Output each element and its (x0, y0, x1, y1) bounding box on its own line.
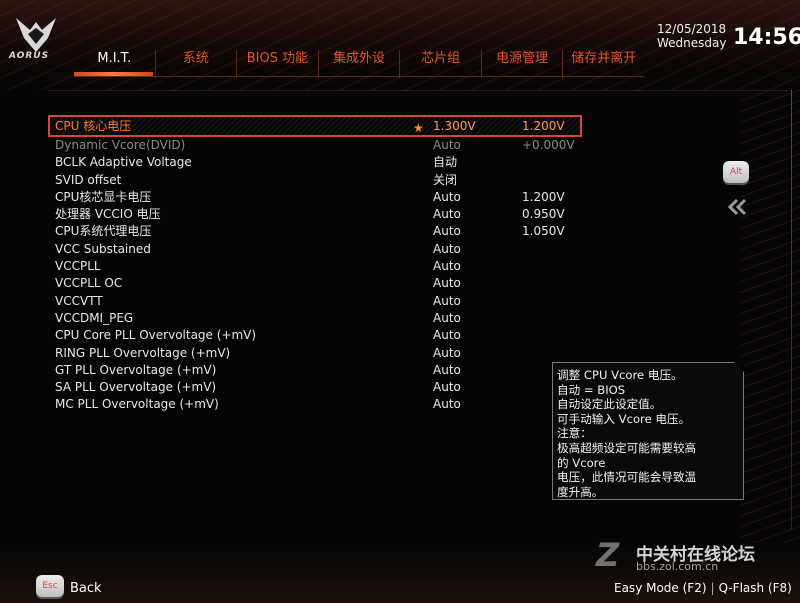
setting-label: VCC Substained (55, 241, 151, 256)
alt-key-button[interactable]: Alt (723, 161, 749, 183)
setting-value[interactable]: Auto (433, 293, 461, 310)
tab-chipset[interactable]: 芯片组 (399, 50, 481, 78)
setting-value[interactable]: 1.300V (433, 117, 476, 135)
setting-value[interactable]: Auto (433, 189, 461, 206)
setting-label: GT PLL Overvoltage (+mV) (55, 362, 217, 377)
setting-value[interactable]: Auto (433, 327, 461, 344)
setting-row-vccdmi-peg[interactable]: VCCDMI_PEG Auto (50, 310, 582, 327)
easy-mode-button[interactable]: Easy Mode (F2) (614, 581, 707, 595)
brand-logo-text: AORUS (9, 51, 50, 61)
tab-mit[interactable]: M.I.T. (74, 50, 155, 78)
setting-row-cpu-core-pll[interactable]: CPU Core PLL Overvoltage (+mV) Auto (50, 327, 582, 344)
setting-current: 1.200V (522, 189, 565, 204)
double-chevron-left-icon[interactable] (726, 197, 748, 217)
setting-value[interactable]: Auto (433, 379, 461, 396)
setting-current: +0.000V (522, 138, 575, 152)
setting-row-sa-pll[interactable]: SA PLL Overvoltage (+mV) Auto (50, 379, 582, 396)
setting-row-svid-offset[interactable]: SVID offset 关闭 (50, 172, 582, 189)
help-line: 的 Vcore (557, 455, 606, 470)
tab-system[interactable]: 系统 (154, 50, 237, 78)
setting-value[interactable]: Auto (433, 206, 461, 223)
tab-divider (74, 76, 644, 77)
watermark-url: bbs.zol.com.cn (636, 560, 719, 573)
setting-row-mc-pll[interactable]: MC PLL Overvoltage (+mV) Auto (50, 396, 582, 413)
setting-row-cpu-vcore[interactable]: CPU 核心电压 ★ 1.300V 1.200V (48, 115, 582, 137)
setting-label: CPU 核心电压 (55, 119, 132, 133)
setting-value[interactable]: Auto (433, 241, 461, 258)
panel-right-line (791, 90, 792, 530)
esc-key-button[interactable]: Esc (36, 575, 64, 597)
setting-current: 0.950V (522, 207, 565, 222)
setting-value: Auto (433, 138, 461, 152)
setting-label: RING PLL Overvoltage (+mV) (55, 345, 231, 360)
help-line: 电压，此情况可能会导致温 (557, 470, 697, 485)
help-line: 度升高。 (557, 484, 604, 499)
setting-label: CPU Core PLL Overvoltage (+mV) (55, 328, 257, 343)
help-line: 自动 = BIOS (557, 382, 626, 397)
footer-shortcuts: Easy Mode (F2) | Q-Flash (F8) (614, 581, 792, 595)
setting-row-gt-pll[interactable]: GT PLL Overvoltage (+mV) Auto (50, 362, 582, 379)
setting-value[interactable]: Auto (433, 396, 461, 413)
setting-label: CPU核芯显卡电压 (55, 189, 152, 204)
zol-watermark: Z 中关村在线论坛 bbs.zol.com.cn (596, 538, 792, 574)
setting-row-vcc-substained[interactable]: VCC Substained Auto (50, 241, 582, 258)
help-line: 可手动输入 Vcore 电压。 (557, 411, 691, 426)
qflash-button[interactable]: Q-Flash (F8) (719, 581, 792, 595)
setting-label: MC PLL Overvoltage (+mV) (55, 397, 219, 412)
setting-value[interactable]: Auto (433, 345, 461, 362)
star-icon: ★ (413, 121, 424, 135)
help-line: 注意： (557, 426, 592, 441)
setting-value[interactable]: 关闭 (433, 172, 457, 189)
weekday-text: Wednesday (657, 36, 727, 50)
setting-row-dvid: Dynamic Vcore(DVID) Auto +0.000V (50, 137, 582, 154)
setting-label: Dynamic Vcore(DVID) (55, 138, 186, 152)
setting-row-vccpll[interactable]: VCCPLL Auto (50, 258, 582, 275)
help-panel: 调整 CPU Vcore 电压。 自动 = BIOS 自动设定此设定值。 可手动… (552, 362, 744, 500)
time-text: 14:56 (733, 25, 800, 50)
panel-top-line (48, 90, 788, 91)
setting-current: 1.050V (522, 224, 565, 239)
setting-value[interactable]: Auto (433, 258, 461, 275)
date-block: 12/05/2018 Wednesday (657, 22, 726, 50)
help-line: 自动设定此设定值。 (557, 397, 662, 412)
tab-peripherals[interactable]: 集成外设 (317, 50, 400, 78)
tab-bios-features[interactable]: BIOS 功能 (236, 50, 318, 78)
setting-value[interactable]: Auto (433, 223, 461, 240)
help-line: 极高超频设定可能需要较高 (557, 440, 697, 455)
setting-row-vccio[interactable]: 处理器 VCCIO 电压 Auto 0.950V (50, 206, 582, 223)
setting-row-ring-pll[interactable]: RING PLL Overvoltage (+mV) Auto (50, 345, 582, 362)
back-button[interactable]: Back (70, 581, 102, 596)
setting-value[interactable]: 自动 (433, 154, 457, 171)
tab-power[interactable]: 电源管理 (480, 50, 563, 78)
watermark-logo: Z (596, 536, 620, 574)
footer-separator: | (710, 581, 715, 595)
setting-label: BCLK Adaptive Voltage (55, 155, 192, 170)
setting-row-vccvtt[interactable]: VCCVTT Auto (50, 293, 582, 310)
setting-row-vccpll-oc[interactable]: VCCPLL OC Auto (50, 275, 582, 292)
setting-value[interactable]: Auto (433, 275, 461, 292)
setting-label: 处理器 VCCIO 电压 (55, 207, 161, 222)
setting-label: VCCVTT (55, 293, 103, 308)
setting-current: 1.200V (522, 119, 565, 133)
settings-list: CPU 核心电压 ★ 1.300V 1.200V Dynamic Vcore(D… (48, 115, 582, 414)
setting-label: SVID offset (55, 172, 122, 187)
setting-label: SA PLL Overvoltage (+mV) (55, 380, 217, 395)
setting-label: CPU系统代理电压 (55, 224, 152, 239)
main-tabs: M.I.T. 系统 BIOS 功能 集成外设 芯片组 电源管理 储存并离开 (74, 50, 644, 78)
setting-value[interactable]: Auto (433, 310, 461, 327)
setting-row-igpu-voltage[interactable]: CPU核芯显卡电压 Auto 1.200V (50, 189, 582, 206)
setting-row-system-agent[interactable]: CPU系统代理电压 Auto 1.050V (50, 223, 582, 240)
setting-label: VCCDMI_PEG (55, 310, 134, 325)
help-line: 调整 CPU Vcore 电压。 (557, 368, 683, 382)
setting-row-bclk-adaptive[interactable]: BCLK Adaptive Voltage 自动 (50, 154, 582, 171)
tab-save-exit[interactable]: 储存并离开 (562, 50, 644, 78)
setting-label: VCCPLL OC (55, 276, 123, 291)
date-text: 12/05/2018 (657, 22, 727, 36)
setting-label: VCCPLL (55, 259, 101, 274)
setting-value[interactable]: Auto (433, 362, 461, 379)
